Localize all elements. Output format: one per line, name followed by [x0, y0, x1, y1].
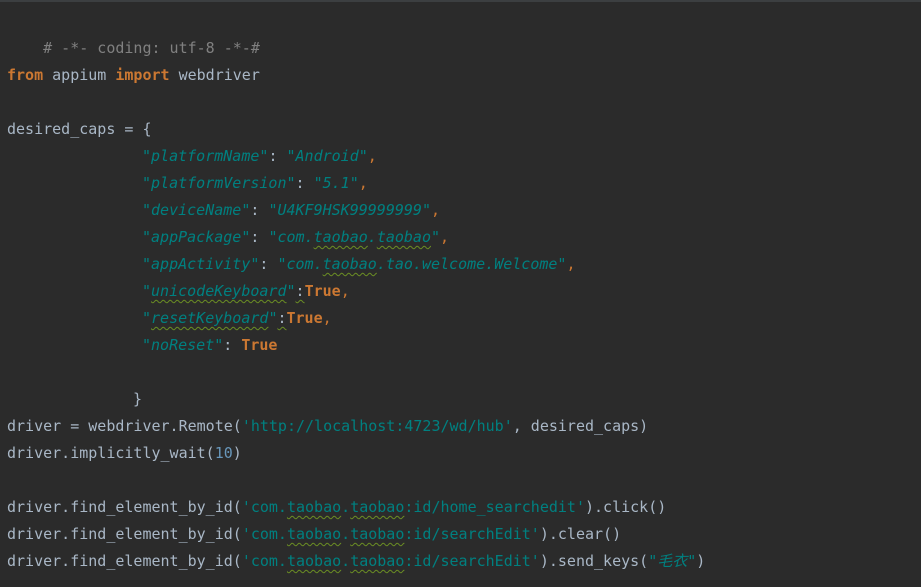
- code-line-wait[interactable]: driver.implicitly_wait(10): [7, 440, 242, 467]
- dict-comma: ,: [367, 147, 377, 165]
- spellcheck-word: resetKeyboard: [151, 309, 269, 327]
- dict-comma: ,: [322, 309, 332, 327]
- id-string-part: .: [341, 498, 351, 516]
- id-string-part: 'com.: [241, 525, 287, 543]
- spellcheck-word: taobao: [313, 228, 368, 246]
- dict-comma: ,: [440, 228, 450, 246]
- id-string-part: .: [341, 525, 351, 543]
- code-line-remote[interactable]: driver = webdriver.Remote('http://localh…: [7, 413, 648, 440]
- method-call: ).send_keys(: [539, 552, 649, 570]
- method-close: ): [696, 552, 706, 570]
- code-line-5[interactable]: desired_caps = {: [7, 116, 152, 143]
- code-line-1[interactable]: # -*- coding: utf-8 -*-#: [7, 8, 260, 57]
- find-call: driver.find_element_by_id(: [7, 498, 242, 516]
- spellcheck-word: taobao: [286, 498, 342, 516]
- method-call: ).clear(): [539, 525, 622, 543]
- code-line-3[interactable]: from appium import webdriver: [7, 62, 260, 89]
- dict-key-part: ": [142, 282, 152, 300]
- dict-value-part: .tao.welcome.Welcome": [376, 255, 567, 273]
- dict-key: "appPackage": [142, 228, 251, 246]
- code-line-cap-4[interactable]: "appPackage": "com.taobao.taobao",: [7, 224, 449, 251]
- wait-close: ): [232, 444, 242, 462]
- id-string-part: 'com.: [241, 498, 287, 516]
- code-line-cap-1[interactable]: "platformName": "Android",: [7, 143, 377, 170]
- id-string-part: :id/searchEdit': [404, 552, 540, 570]
- code-line-find-2[interactable]: driver.find_element_by_id('com.taobao.ta…: [7, 521, 621, 548]
- spellcheck-word: taobao: [376, 228, 431, 246]
- comment-text: # -*- coding: utf-8 -*-#: [43, 39, 260, 57]
- code-line-cap-3[interactable]: "deviceName": "U4KF9HSK99999999",: [7, 197, 440, 224]
- spellcheck-word: taobao: [350, 525, 405, 543]
- dict-separator: :: [223, 336, 242, 354]
- dict-key: "appActivity": [142, 255, 260, 273]
- dict-comma: ,: [340, 282, 350, 300]
- code-line-cap-2[interactable]: "platformVersion": "5.1",: [7, 170, 368, 197]
- dict-separator: :: [259, 255, 278, 273]
- variable-declaration: desired_caps = {: [7, 120, 152, 138]
- keyword-import: import: [115, 66, 170, 84]
- dict-value-part: ": [431, 228, 441, 246]
- method-call: ).click(): [585, 498, 667, 516]
- keyword-from: from: [7, 66, 44, 84]
- code-line-close-brace[interactable]: }: [7, 386, 142, 413]
- id-string-part: 'com.: [241, 552, 287, 570]
- dict-key: "deviceName": [142, 201, 251, 219]
- dict-separator: :: [250, 228, 269, 246]
- code-line-cap-5[interactable]: "appActivity": "com.taobao.tao.welcome.W…: [7, 251, 576, 278]
- dict-key: "platformName": [142, 147, 269, 165]
- dict-value: "U4KF9HSK99999999": [268, 201, 431, 219]
- dict-separator: :: [250, 201, 269, 219]
- code-line-find-1[interactable]: driver.find_element_by_id('com.taobao.ta…: [7, 494, 666, 521]
- dict-separator: :: [295, 282, 305, 300]
- spellcheck-word: taobao: [286, 552, 342, 570]
- dict-key-part: ": [286, 282, 296, 300]
- bool-value: True: [241, 336, 278, 354]
- dict-key: "noReset": [142, 336, 224, 354]
- dict-separator: :: [268, 147, 287, 165]
- dict-separator: :: [277, 309, 287, 327]
- module-name: appium: [43, 66, 116, 84]
- code-line-cap-7[interactable]: "resetKeyboard":True,: [7, 305, 332, 332]
- dict-value-part: .: [367, 228, 377, 246]
- code-editor[interactable]: # -*- coding: utf-8 -*-# from appium imp…: [0, 0, 921, 587]
- dict-value-part: "com.: [277, 255, 323, 273]
- dict-separator: :: [295, 174, 314, 192]
- spellcheck-word: taobao: [286, 525, 342, 543]
- spellcheck-word: taobao: [350, 498, 405, 516]
- spellcheck-word: taobao: [350, 552, 405, 570]
- code-line-find-3[interactable]: driver.find_element_by_id('com.taobao.ta…: [7, 548, 705, 575]
- code-line-cap-8[interactable]: "noReset": True: [7, 332, 277, 359]
- dict-value-part: "com.: [268, 228, 314, 246]
- bool-value: True: [286, 309, 323, 327]
- find-call: driver.find_element_by_id(: [7, 552, 242, 570]
- dict-key-part: ": [142, 309, 152, 327]
- dict-key: "platformVersion": [142, 174, 296, 192]
- id-string-part: .: [341, 552, 351, 570]
- dict-value: "Android": [286, 147, 368, 165]
- remote-call: driver = webdriver.Remote(: [7, 417, 242, 435]
- keys-string: "毛衣": [648, 552, 697, 570]
- import-name: webdriver: [169, 66, 260, 84]
- code-line-cap-6[interactable]: "unicodeKeyboard":True,: [7, 278, 350, 305]
- spellcheck-word: taobao: [322, 255, 377, 273]
- url-string: 'http://localhost:4723/wd/hub': [241, 417, 513, 435]
- remote-args: , desired_caps): [512, 417, 649, 435]
- dict-value: "5.1": [313, 174, 359, 192]
- find-call: driver.find_element_by_id(: [7, 525, 242, 543]
- id-string-part: :id/home_searchedit': [404, 498, 585, 516]
- wait-call: driver.implicitly_wait(: [7, 444, 215, 462]
- id-string-part: :id/searchEdit': [404, 525, 540, 543]
- dict-comma: ,: [566, 255, 576, 273]
- close-brace: }: [133, 390, 143, 408]
- dict-comma: ,: [431, 201, 441, 219]
- bool-value: True: [304, 282, 341, 300]
- dict-comma: ,: [358, 174, 368, 192]
- wait-number: 10: [214, 444, 233, 462]
- spellcheck-word: unicodeKeyboard: [151, 282, 287, 300]
